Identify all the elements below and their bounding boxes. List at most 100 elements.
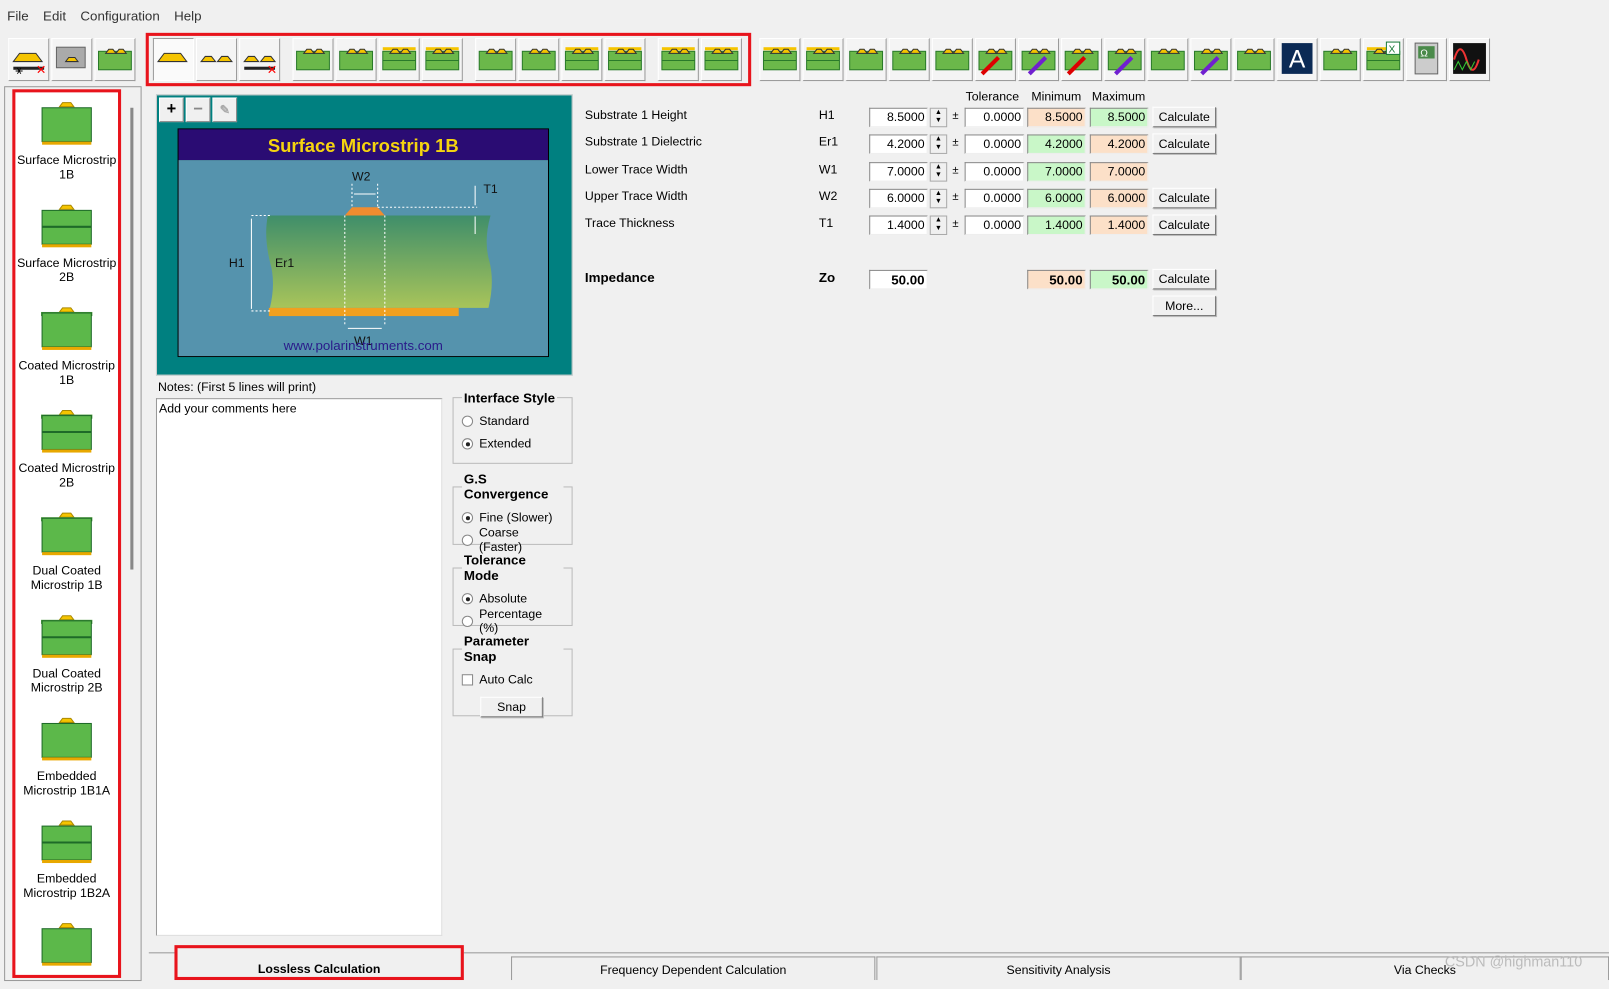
zoom-in-button[interactable]: + xyxy=(159,97,184,123)
calculate-button[interactable]: Calculate xyxy=(1152,187,1217,209)
radio-extended[interactable]: Extended xyxy=(461,432,564,455)
structure-item[interactable]: Embedded Microstrip 1B2A xyxy=(15,811,118,914)
param-value-input[interactable]: 8.5000 xyxy=(869,107,928,128)
tolerance-input[interactable]: 0.0000 xyxy=(964,188,1025,209)
ohm-icon: Ω xyxy=(1407,38,1446,80)
maximum-value: 4.2000 xyxy=(1089,134,1149,155)
structure-item[interactable]: Coated Microstrip 1B xyxy=(15,298,118,401)
toolbar-stack-button[interactable] xyxy=(94,37,136,82)
toolbar-goal-seek-up-button[interactable] xyxy=(974,37,1016,82)
calculate-button[interactable]: Calculate xyxy=(1152,133,1217,155)
radio-label: Standard xyxy=(479,413,530,428)
toolbar-grid-button[interactable] xyxy=(1319,37,1361,82)
toolbar-field-button[interactable] xyxy=(1233,37,1275,82)
toolbar-coated-coplanar-button[interactable] xyxy=(518,37,560,82)
toolbar-import-stack-button[interactable] xyxy=(1190,37,1232,82)
param-value-input[interactable]: 7.0000 xyxy=(869,161,928,182)
toolbar-distribution-button[interactable] xyxy=(931,37,973,82)
toolbar-text-a-button[interactable]: A xyxy=(1276,37,1318,82)
toolbar-stripline-button[interactable] xyxy=(421,37,463,82)
zoom-out-button[interactable]: − xyxy=(185,97,211,123)
menu-configuration[interactable]: Configuration xyxy=(73,8,167,29)
toolbar-new-structure-button[interactable]: ✕ ⚹ xyxy=(8,37,50,82)
plus-minus: ± xyxy=(952,217,959,231)
param-spinner[interactable]: ▲ ▼ xyxy=(929,107,948,128)
param-label: Trace Thickness xyxy=(584,215,675,231)
e4-icon xyxy=(562,38,601,80)
notes-textarea[interactable]: Add your comments here xyxy=(155,398,443,936)
tolerance-input[interactable]: 0.0000 xyxy=(964,134,1025,155)
radio-standard[interactable]: Standard xyxy=(461,409,564,432)
impedance-calculate-button[interactable]: Calculate xyxy=(1152,268,1217,290)
structure-item[interactable]: Dual Coated Microstrip 2B xyxy=(15,605,118,708)
label-h1: H1 xyxy=(229,256,245,270)
structure-item[interactable]: Dual Coated Microstrip 1B xyxy=(15,503,118,606)
toolbar-embedded-microstrip-button[interactable] xyxy=(378,37,420,82)
toolbar-coplanar-pair-button[interactable]: ✕ xyxy=(239,37,281,82)
sl4-icon xyxy=(605,38,644,80)
toolbar-single-trace-button[interactable] xyxy=(152,37,194,82)
toolbar-open-folder-button[interactable] xyxy=(51,37,93,82)
tab-sensitivity-analysis[interactable]: Sensitivity Analysis xyxy=(876,956,1241,981)
param-value-input[interactable]: 1.4000 xyxy=(869,215,928,236)
toolbar-ohm-meter-button[interactable]: Ω xyxy=(1405,37,1447,82)
param-symbol: H1 xyxy=(818,107,835,123)
snap-button[interactable]: Snap xyxy=(480,696,543,718)
auto-calc-checkbox[interactable]: Auto Calc xyxy=(461,668,564,691)
toolbar-plane-1-button[interactable] xyxy=(759,37,801,82)
plus-minus: ± xyxy=(952,136,959,150)
svg-text:✕: ✕ xyxy=(267,62,277,76)
radio-percentage[interactable]: Percentage (%) xyxy=(461,606,564,635)
toolbar-via-up-button[interactable] xyxy=(1061,37,1103,82)
param-spinner[interactable]: ▲ ▼ xyxy=(929,215,948,236)
menu-edit[interactable]: Edit xyxy=(36,8,73,29)
toolbar-board-button[interactable] xyxy=(1147,37,1189,82)
calculate-button[interactable]: Calculate xyxy=(1152,214,1217,236)
calculate-button[interactable]: Calculate xyxy=(1152,106,1217,128)
structure-item[interactable]: Surface Microstrip 1B xyxy=(15,92,118,195)
param-value-input[interactable]: 6.0000 xyxy=(869,188,928,209)
tolerance-input[interactable]: 0.0000 xyxy=(964,161,1025,182)
toolbar-surface-coplanar-button[interactable] xyxy=(475,37,517,82)
impedance-input[interactable]: 50.00 xyxy=(869,269,928,290)
param-spinner[interactable]: ▲ ▼ xyxy=(929,161,948,182)
radio-icon xyxy=(461,415,474,427)
toolbar-broadside-1-button[interactable] xyxy=(657,37,699,82)
param-spinner[interactable]: ▲ ▼ xyxy=(929,134,948,155)
pen-icon[interactable]: ✎ xyxy=(212,97,238,123)
tab-frequency-dependent-calculation[interactable]: Frequency Dependent Calculation xyxy=(511,956,876,981)
toolbar-surface-microstrip-button[interactable] xyxy=(292,37,334,82)
tolerance-input[interactable]: 0.0000 xyxy=(964,107,1025,128)
toolbar-diff-pair-button[interactable] xyxy=(196,37,238,82)
structure-item[interactable]: Surface Microstrip 2B xyxy=(15,195,118,298)
diagram-title: Surface Microstrip 1B xyxy=(268,135,459,156)
structure-list-scrollbar[interactable] xyxy=(130,107,134,570)
structure-label: Embedded xyxy=(15,974,118,975)
toolbar-embedded-coplanar-button[interactable] xyxy=(561,37,603,82)
toolbar-stripline-coplanar-button[interactable] xyxy=(604,37,646,82)
toolbar-batch-button[interactable] xyxy=(888,37,930,82)
toolbar-coated-microstrip-button[interactable] xyxy=(335,37,377,82)
tolerance-input[interactable]: 0.0000 xyxy=(964,215,1025,236)
sl3-icon xyxy=(423,38,462,80)
tab-lossless-calculation[interactable]: Lossless Calculation xyxy=(174,945,464,981)
toolbar-goal-seek-down-button[interactable] xyxy=(1017,37,1060,82)
param-value-input[interactable]: 4.2000 xyxy=(869,134,928,155)
toolbar-multi-trace-button[interactable] xyxy=(845,37,887,82)
menu-file[interactable]: File xyxy=(0,8,36,29)
watermark: CSDN @highman110 xyxy=(1444,953,1583,970)
structure-item[interactable]: Coated Microstrip 2B xyxy=(15,400,118,503)
menu-help[interactable]: Help xyxy=(167,8,209,29)
param-spinner[interactable]: ▲ ▼ xyxy=(929,188,948,209)
toolbar-excel-button[interactable]: X xyxy=(1362,37,1404,82)
more-button[interactable]: More... xyxy=(1152,295,1217,317)
radio-coarse[interactable]: Coarse (Faster) xyxy=(461,525,564,554)
field-icon xyxy=(1235,38,1274,80)
toolbar-via-down-button[interactable] xyxy=(1104,37,1146,82)
notes-label: Notes: (First 5 lines will print) xyxy=(158,379,317,395)
toolbar-waveform-button[interactable] xyxy=(1448,37,1491,82)
toolbar-broadside-2-button[interactable] xyxy=(700,37,742,82)
structure-item[interactable]: Embedded Microstrip 1B1A xyxy=(15,708,118,811)
structure-item[interactable]: Embedded xyxy=(15,913,118,975)
toolbar-plane-2-button[interactable] xyxy=(802,37,844,82)
